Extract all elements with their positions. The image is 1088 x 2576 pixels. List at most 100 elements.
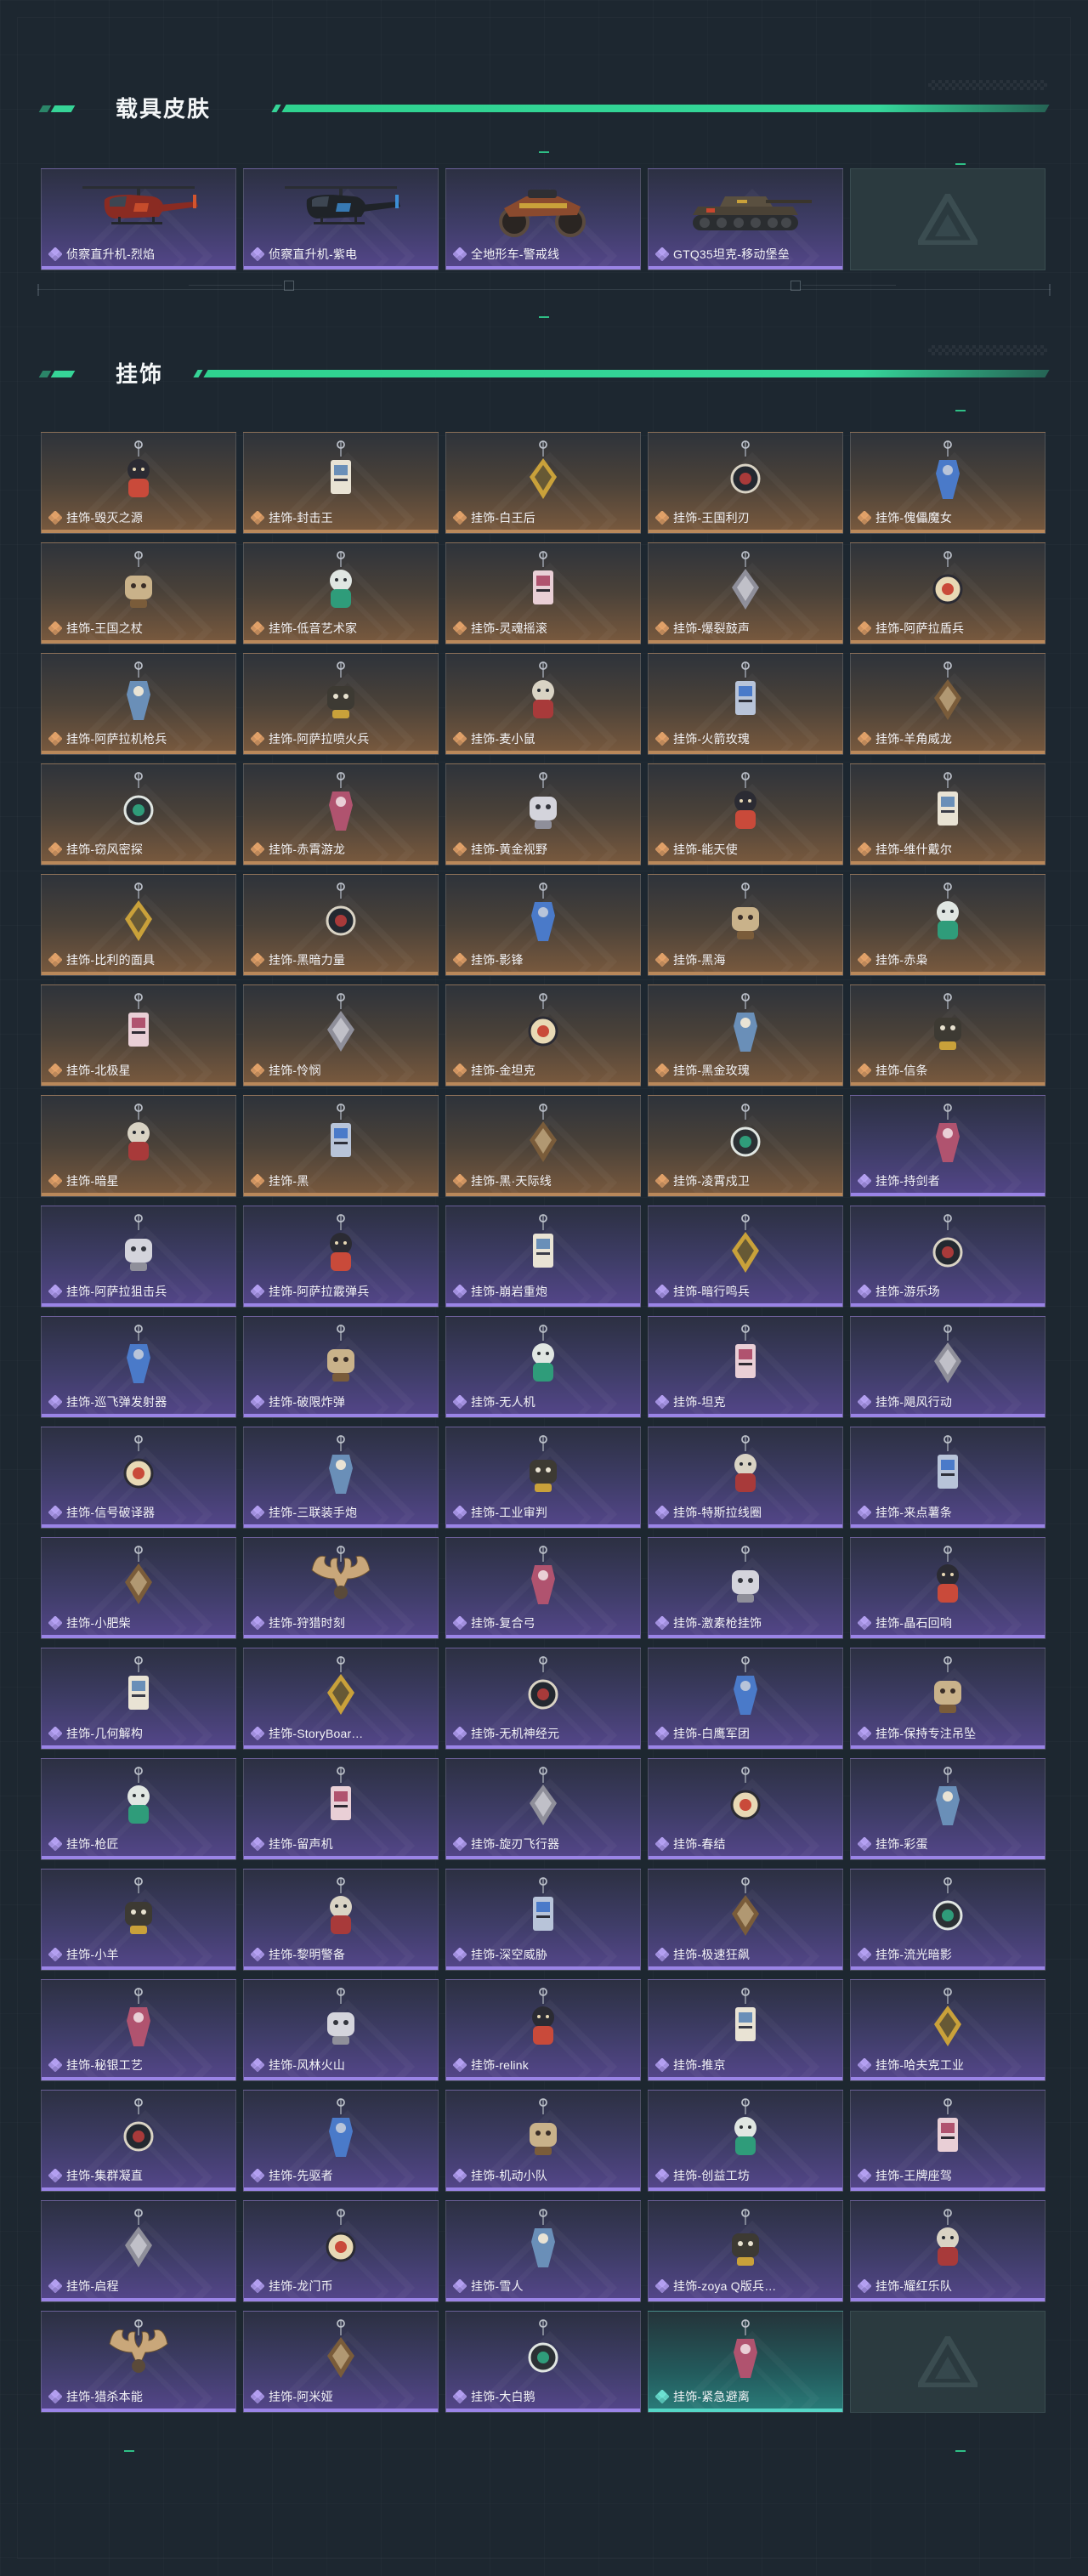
charm-card[interactable]: 挂饰-留声机 <box>243 1758 439 1860</box>
vehicle-skin-card[interactable]: 全地形车-警戒线 <box>445 168 641 270</box>
charm-card[interactable]: 挂饰-无人机 <box>445 1316 641 1418</box>
card-label: 挂饰-先驱者 <box>250 2168 433 2183</box>
charm-card[interactable]: 挂饰-赤霄游龙 <box>243 763 439 865</box>
charm-card[interactable]: 挂饰-信号破译器 <box>41 1427 236 1529</box>
charm-card[interactable]: 挂饰-复合弓 <box>445 1537 641 1639</box>
charm-card[interactable]: 挂饰-狩猎时刻 <box>243 1537 439 1639</box>
charm-card[interactable]: 挂饰-窃风密探 <box>41 763 236 865</box>
charm-card[interactable]: 挂饰-影锋 <box>445 874 641 976</box>
rarity-bar <box>649 972 842 975</box>
charm-card[interactable]: 挂饰-赤枭 <box>850 874 1046 976</box>
charm-card[interactable]: 挂饰-三联装手炮 <box>243 1427 439 1529</box>
charm-card[interactable]: 挂饰-傀儡魔女 <box>850 432 1046 534</box>
charm-card[interactable]: 挂饰-黑海 <box>648 874 843 976</box>
item-name: 挂饰-来点薯条 <box>876 1506 953 1519</box>
charm-card[interactable]: 挂饰-春结 <box>648 1758 843 1860</box>
charm-card[interactable]: 挂饰-大白鹅 <box>445 2311 641 2413</box>
vehicle-skin-card[interactable]: 侦察直升机-紫电 <box>243 168 439 270</box>
charm-card[interactable]: 挂饰-集群凝直 <box>41 2090 236 2192</box>
charm-card[interactable]: 挂饰-阿萨拉机枪兵 <box>41 653 236 755</box>
charm-card[interactable]: 挂饰-阿萨拉霰弹兵 <box>243 1206 439 1308</box>
charm-card[interactable]: 挂饰-雪人 <box>445 2200 641 2302</box>
charm-card[interactable]: 挂饰-毁灭之源 <box>41 432 236 534</box>
charm-card[interactable]: 挂饰-白鹰军团 <box>648 1648 843 1750</box>
charm-card[interactable]: 挂饰-爆裂鼓声 <box>648 542 843 644</box>
charm-card[interactable]: 挂饰-信条 <box>850 984 1046 1087</box>
charm-card[interactable]: 挂饰-龙门币 <box>243 2200 439 2302</box>
vehicle-skin-card[interactable]: GTQ35坦克-移动堡垒 <box>648 168 843 270</box>
charm-card[interactable]: 挂饰-彩蛋 <box>850 1758 1046 1860</box>
charm-card[interactable]: 挂饰-王国利刃 <box>648 432 843 534</box>
charm-card[interactable]: 挂饰-紧急避离 <box>648 2311 843 2413</box>
charm-card[interactable]: 挂饰-流光暗影 <box>850 1869 1046 1971</box>
charm-thumbnail-icon <box>307 1545 375 1616</box>
charm-card[interactable]: 挂饰-猎杀本能 <box>41 2311 236 2413</box>
charm-card[interactable]: 挂饰-激素枪挂饰 <box>648 1537 843 1639</box>
charm-card[interactable]: 挂饰-枪匠 <box>41 1758 236 1860</box>
charm-card[interactable]: 挂饰-阿萨拉狙击兵 <box>41 1206 236 1308</box>
charm-card[interactable]: 挂饰-relink <box>445 1979 641 2081</box>
charm-card[interactable]: 挂饰-无机神经元 <box>445 1648 641 1750</box>
vehicle-skin-card[interactable]: 侦察直升机-烈焰 <box>41 168 236 270</box>
charm-card[interactable]: 挂饰-北极星 <box>41 984 236 1087</box>
charm-card[interactable]: 挂饰-黑 <box>243 1095 439 1197</box>
charm-card[interactable]: 挂饰-黎明警备 <box>243 1869 439 1971</box>
charm-card[interactable]: 挂饰-先驱者 <box>243 2090 439 2192</box>
charm-card[interactable]: 挂饰-暗星 <box>41 1095 236 1197</box>
charm-card[interactable]: 挂饰-坦克 <box>648 1316 843 1418</box>
charm-card[interactable]: 挂饰-持剑者 <box>850 1095 1046 1197</box>
charm-card[interactable]: 挂饰-耀红乐队 <box>850 2200 1046 2302</box>
charm-card[interactable]: 挂饰-风林火山 <box>243 1979 439 2081</box>
charm-card[interactable]: 挂饰-极速狂飙 <box>648 1869 843 1971</box>
charm-card[interactable]: 挂饰-晶石回响 <box>850 1537 1046 1639</box>
charm-card[interactable]: 挂饰-灵魂摇滚 <box>445 542 641 644</box>
charm-card[interactable]: 挂饰-机动小队 <box>445 2090 641 2192</box>
charm-card[interactable]: 挂饰-秘银工艺 <box>41 1979 236 2081</box>
charm-card[interactable]: 挂饰-StoryBoar… <box>243 1648 439 1750</box>
charm-card[interactable]: 挂饰-深空威胁 <box>445 1869 641 1971</box>
charm-card[interactable]: 挂饰-工业审判 <box>445 1427 641 1529</box>
charm-card[interactable]: 挂饰-阿萨拉盾兵 <box>850 542 1046 644</box>
charm-card[interactable]: 挂饰-黑金玫瑰 <box>648 984 843 1087</box>
charm-card[interactable]: 挂饰-zoya Q版兵… <box>648 2200 843 2302</box>
charm-card[interactable]: 挂饰-游乐场 <box>850 1206 1046 1308</box>
charm-card[interactable]: 挂饰-黄金视野 <box>445 763 641 865</box>
charm-card[interactable]: 挂饰-金坦克 <box>445 984 641 1087</box>
charm-card[interactable]: 挂饰-怜悯 <box>243 984 439 1087</box>
charm-card[interactable]: 挂饰-黑暗力量 <box>243 874 439 976</box>
charm-card[interactable]: 挂饰-能天使 <box>648 763 843 865</box>
charm-card[interactable]: 挂饰-旋刃飞行器 <box>445 1758 641 1860</box>
charm-thumbnail-icon <box>105 440 173 511</box>
charm-card[interactable]: 挂饰-小羊 <box>41 1869 236 1971</box>
charm-card[interactable]: 挂饰-小肥柴 <box>41 1537 236 1639</box>
charm-thumbnail-icon <box>509 1103 577 1174</box>
charm-card[interactable]: 挂饰-阿米娅 <box>243 2311 439 2413</box>
charm-card[interactable]: 挂饰-破限炸弹 <box>243 1316 439 1418</box>
charm-card[interactable]: 挂饰-哈夫克工业 <box>850 1979 1046 2081</box>
charm-card[interactable]: 挂饰-白王后 <box>445 432 641 534</box>
charm-card[interactable]: 挂饰-黑·天际线 <box>445 1095 641 1197</box>
charm-card[interactable]: 挂饰-创益工坊 <box>648 2090 843 2192</box>
charm-card[interactable]: 挂饰-凌霄戍卫 <box>648 1095 843 1197</box>
charm-card[interactable]: 挂饰-维什戴尔 <box>850 763 1046 865</box>
charm-card[interactable]: 挂饰-王牌座驾 <box>850 2090 1046 2192</box>
charm-card[interactable]: 挂饰-王国之杖 <box>41 542 236 644</box>
charm-card[interactable]: 挂饰-保持专注吊坠 <box>850 1648 1046 1750</box>
charm-card[interactable]: 挂饰-启程 <box>41 2200 236 2302</box>
charm-card[interactable]: 挂饰-巡飞弹发射器 <box>41 1316 236 1418</box>
charm-card[interactable]: 挂饰-麦小鼠 <box>445 653 641 755</box>
charm-card[interactable]: 挂饰-阿萨拉喷火兵 <box>243 653 439 755</box>
charm-card[interactable]: 挂饰-封击王 <box>243 432 439 534</box>
charm-card[interactable]: 挂饰-几何解构 <box>41 1648 236 1750</box>
charm-card[interactable]: 挂饰-暗行鸣兵 <box>648 1206 843 1308</box>
charm-card[interactable]: 挂饰-特斯拉线圈 <box>648 1427 843 1529</box>
charm-card[interactable]: 挂饰-推京 <box>648 1979 843 2081</box>
charm-card[interactable]: 挂饰-羊角威龙 <box>850 653 1046 755</box>
charm-card[interactable]: 挂饰-火箭玫瑰 <box>648 653 843 755</box>
charm-card[interactable]: 挂饰-飓风行动 <box>850 1316 1046 1418</box>
charm-card[interactable]: 挂饰-来点薯条 <box>850 1427 1046 1529</box>
item-name: 挂饰-zoya Q版兵… <box>673 2279 777 2293</box>
charm-card[interactable]: 挂饰-低音艺术家 <box>243 542 439 644</box>
charm-card[interactable]: 挂饰-比利的面具 <box>41 874 236 976</box>
charm-card[interactable]: 挂饰-崩岩重炮 <box>445 1206 641 1308</box>
